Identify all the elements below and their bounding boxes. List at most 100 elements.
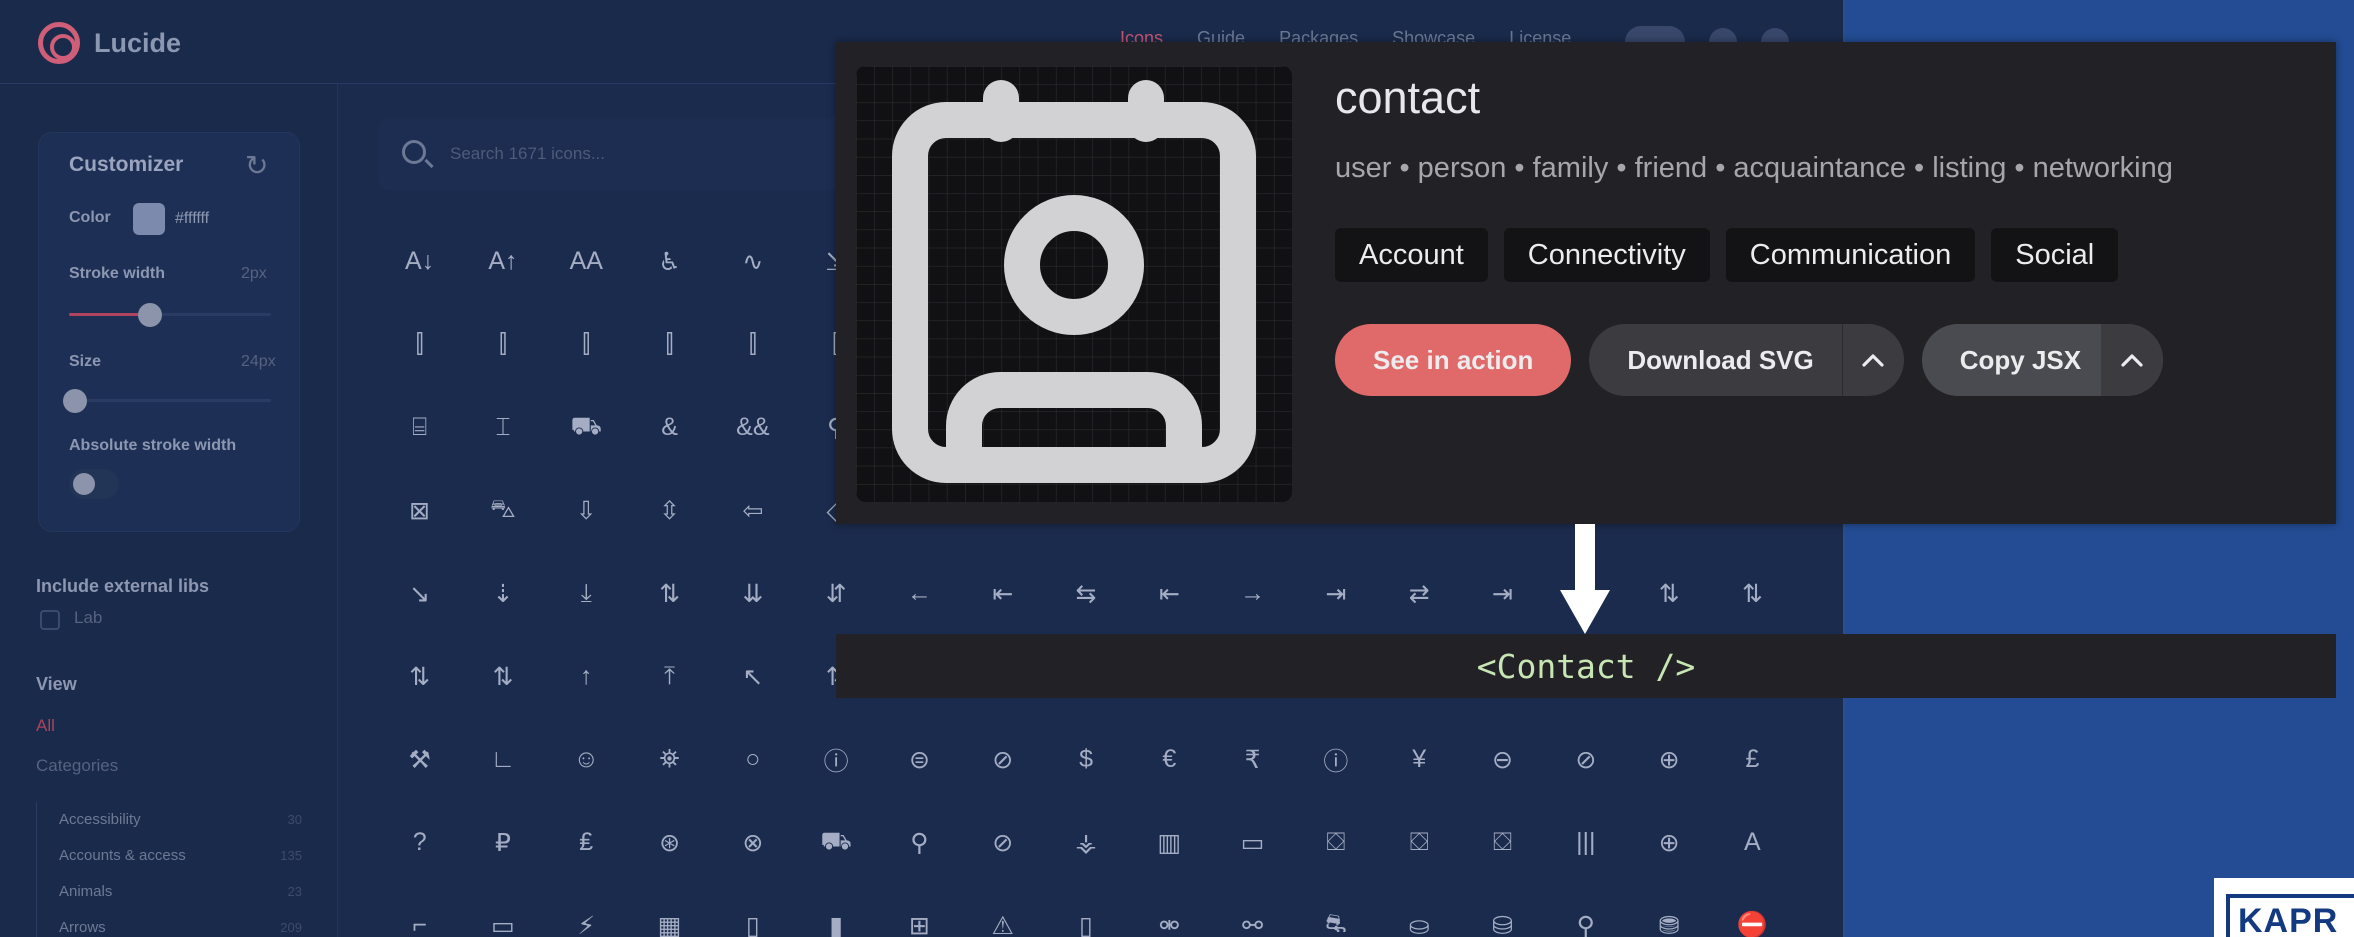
icon-grid-cell[interactable]: ⇤	[961, 552, 1044, 635]
icon-grid-cell[interactable]: ←	[878, 552, 961, 635]
icon-grid-cell[interactable]: ⇅	[378, 635, 461, 718]
icon-grid-cell[interactable]: ▦	[628, 884, 711, 937]
icon-grid-cell[interactable]: ⚲	[1544, 884, 1627, 937]
icon-grid-cell[interactable]: ⌸	[378, 386, 461, 469]
icon-grid-cell[interactable]: ⛍	[461, 469, 544, 552]
icon-grid-cell[interactable]: ▯	[1044, 884, 1127, 937]
icon-grid-cell[interactable]: ⤒	[628, 635, 711, 718]
icon-grid-cell[interactable]: ⫿	[378, 303, 461, 386]
icon-grid-cell[interactable]: →	[1211, 552, 1294, 635]
reset-icon[interactable]: ↻	[245, 149, 268, 182]
icon-grid-cell[interactable]: ⊠	[378, 469, 461, 552]
icon-grid-cell[interactable]: ⇩	[545, 469, 628, 552]
icon-grid-cell[interactable]: ⇅	[628, 552, 711, 635]
icon-grid-cell[interactable]: A↑	[461, 220, 544, 303]
icon-grid-cell[interactable]: ⤓	[545, 552, 628, 635]
icon-grid-cell[interactable]: ⚮	[1128, 884, 1211, 937]
icon-grid-cell[interactable]: ⛋	[1461, 801, 1544, 884]
icon-grid-cell[interactable]: ⛁	[1461, 884, 1544, 937]
icon-grid-cell[interactable]: ⛋	[1378, 801, 1461, 884]
icon-grid-cell[interactable]: |||	[1544, 801, 1627, 884]
icon-grid-cell[interactable]: ⊗	[711, 801, 794, 884]
icon-grid-cell[interactable]: ∿	[711, 220, 794, 303]
icon-grid-cell[interactable]: ⇣	[461, 552, 544, 635]
icon-grid-cell[interactable]: ⇅	[1627, 552, 1710, 635]
category-item[interactable]: Accessibility 30	[37, 802, 302, 838]
icon-grid-cell[interactable]: ⇅	[1711, 552, 1794, 635]
icon-grid-cell[interactable]: ⌐	[378, 884, 461, 937]
icon-grid-cell[interactable]: €	[1128, 718, 1211, 801]
icon-grid-cell[interactable]: ⊘	[961, 801, 1044, 884]
category-chip-connectivity[interactable]: Connectivity	[1503, 228, 1710, 282]
icon-grid-cell[interactable]: ₹	[1211, 718, 1294, 801]
lab-checkbox[interactable]	[40, 610, 60, 630]
icon-grid-cell[interactable]: ⛔	[1711, 884, 1794, 937]
category-item[interactable]: Animals 23	[37, 874, 302, 910]
icon-grid-cell[interactable]: ▮	[794, 884, 877, 937]
icon-grid-cell[interactable]: ⇳	[628, 469, 711, 552]
icon-grid-cell[interactable]: ₽	[461, 801, 544, 884]
icon-grid-cell[interactable]: ▯	[711, 884, 794, 937]
icon-grid-cell[interactable]: AA	[545, 220, 628, 303]
icon-grid-cell[interactable]: A↓	[378, 220, 461, 303]
icon-grid-cell[interactable]: ⊘	[961, 718, 1044, 801]
icon-grid-cell[interactable]: A	[1711, 801, 1794, 884]
category-chip-social[interactable]: Social	[1991, 228, 2119, 282]
icon-grid-cell[interactable]: ↑	[545, 635, 628, 718]
icon-grid-cell[interactable]: ⊖	[1461, 718, 1544, 801]
icon-grid-cell[interactable]: ⇥	[1461, 552, 1544, 635]
icon-grid-cell[interactable]: ⫿	[461, 303, 544, 386]
icon-grid-cell[interactable]: ⚶	[1044, 801, 1127, 884]
absolute-stroke-toggle[interactable]	[69, 469, 119, 499]
icon-grid-cell[interactable]: ⚯	[1211, 884, 1294, 937]
icon-grid-cell[interactable]: £	[1711, 718, 1794, 801]
view-all-link[interactable]: All	[36, 716, 55, 736]
category-item[interactable]: Accounts & access 135	[37, 838, 302, 874]
chevron-up-icon[interactable]	[1841, 324, 1904, 396]
icon-grid-cell[interactable]: ☺	[545, 718, 628, 801]
icon-grid-cell[interactable]: ▭	[461, 884, 544, 937]
icon-grid-cell[interactable]: ↘	[378, 552, 461, 635]
icon-grid-cell[interactable]: ⛐	[1294, 884, 1377, 937]
icon-grid-cell[interactable]: ¥	[1378, 718, 1461, 801]
icon-grid-cell[interactable]: ⛟	[794, 801, 877, 884]
icon-grid-cell[interactable]: ↖	[711, 635, 794, 718]
icon-grid-cell[interactable]: ⛃	[1627, 884, 1710, 937]
icon-grid-cell[interactable]: ⊜	[878, 718, 961, 801]
download-svg-button[interactable]: Download SVG	[1589, 324, 1904, 396]
chevron-up-icon[interactable]	[2101, 324, 2164, 396]
icon-grid-cell[interactable]: ⌶	[461, 386, 544, 469]
see-in-action-button[interactable]: See in action	[1335, 324, 1572, 396]
category-chip-communication[interactable]: Communication	[1725, 228, 1976, 282]
icon-grid-cell[interactable]: &	[628, 386, 711, 469]
stroke-width-slider-handle[interactable]	[137, 303, 162, 327]
category-item[interactable]: Arrows 209	[37, 910, 302, 937]
icon-grid-cell[interactable]: ⊘	[1544, 718, 1627, 801]
icon-grid-cell[interactable]: ⫿	[545, 303, 628, 386]
lucide-logo[interactable]: Lucide	[38, 22, 181, 64]
category-chip-account[interactable]: Account	[1335, 228, 1488, 282]
icon-grid-cell[interactable]: ₤	[545, 801, 628, 884]
icon-grid-cell[interactable]: ⛀	[1378, 884, 1461, 937]
icon-grid-cell[interactable]: ▥	[1128, 801, 1211, 884]
icon-grid-cell[interactable]: ⫿	[711, 303, 794, 386]
copy-jsx-button[interactable]: Copy JSX	[1921, 324, 2164, 396]
icon-grid-cell[interactable]: ⚠	[961, 884, 1044, 937]
icon-grid-cell[interactable]: $	[1044, 718, 1127, 801]
icon-grid-cell[interactable]: ⇤	[1128, 552, 1211, 635]
size-slider-handle[interactable]	[63, 389, 87, 413]
icon-grid-cell[interactable]: ▭	[1211, 801, 1294, 884]
icon-grid-cell[interactable]: ⓘ	[1294, 718, 1377, 801]
icon-grid-cell[interactable]: ♿	[628, 220, 711, 303]
size-track[interactable]	[69, 399, 271, 402]
icon-grid-cell[interactable]: ∟	[461, 718, 544, 801]
icon-grid-cell[interactable]: ⛯	[628, 718, 711, 801]
color-swatch[interactable]	[133, 203, 165, 235]
icon-grid-cell[interactable]: ⇦	[711, 469, 794, 552]
icon-grid-cell[interactable]: ⊞	[878, 884, 961, 937]
icon-grid-cell[interactable]: ⛋	[1294, 801, 1377, 884]
icon-grid-cell[interactable]: &&	[711, 386, 794, 469]
icon-grid-cell[interactable]: ⚒	[378, 718, 461, 801]
icon-grid-cell[interactable]: ⇆	[1044, 552, 1127, 635]
icon-grid-cell[interactable]: ⛟	[545, 386, 628, 469]
